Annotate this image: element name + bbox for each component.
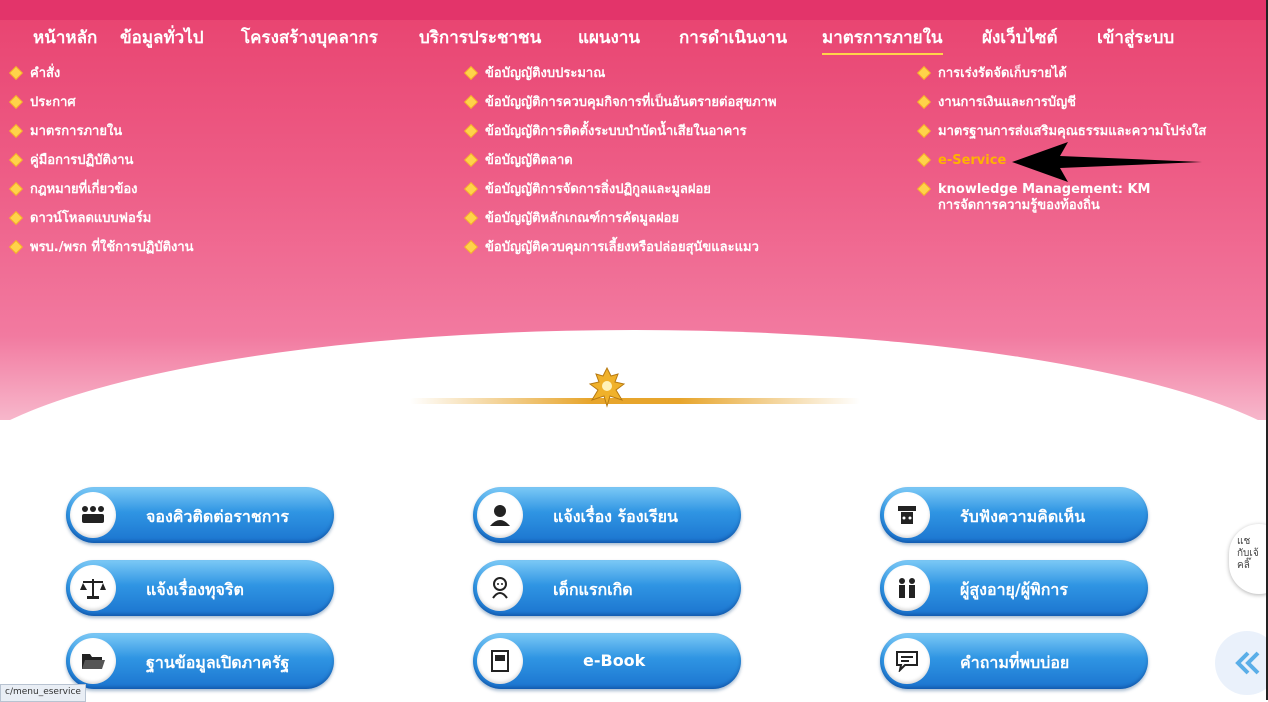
submenu-budget-ordinance[interactable]: ข้อบัญญัติงบประมาณ	[465, 66, 777, 95]
diamond-bullet-icon	[465, 183, 477, 195]
diamond-bullet-icon	[465, 241, 477, 253]
service-elderly-disabled-button[interactable]: ผู้สูงอายุ/ผู้พิการ	[880, 560, 1148, 616]
nav-personnel-structure[interactable]: โครงสร้างบุคลากร	[241, 24, 378, 51]
double-chevron-left-icon	[1235, 651, 1260, 675]
decorative-gold-line	[410, 398, 860, 404]
submenu-health-hazard-ordinance[interactable]: ข้อบัญญัติการควบคุมกิจการที่เป็นอันตรายต…	[465, 95, 777, 124]
diamond-bullet-icon	[918, 96, 930, 108]
status-bar-url: c/menu_eservice	[0, 684, 86, 702]
diamond-bullet-icon	[465, 125, 477, 137]
diamond-bullet-icon	[10, 183, 22, 195]
diamond-bullet-icon	[465, 154, 477, 166]
nav-internal-measures[interactable]: มาตรการภายใน	[822, 24, 943, 55]
submenu-wastewater-ordinance[interactable]: ข้อบัญญัติการติดตั้งระบบบำบัดน้ำเสียในอา…	[465, 124, 777, 153]
baby-icon	[477, 565, 523, 611]
submenu-orders[interactable]: คำสั่ง	[10, 66, 194, 95]
submenu-download-forms[interactable]: ดาวน์โหลดแบบฟอร์ม	[10, 211, 194, 240]
submenu-waste-sorting-ordinance[interactable]: ข้อบัญญัติหลักเกณฑ์การคัดมูลฝอย	[465, 211, 777, 240]
service-ebook-button[interactable]: e-Book	[473, 633, 741, 689]
submenu-operation-manual[interactable]: คู่มือการปฏิบัติงาน	[10, 153, 194, 182]
book-icon	[477, 638, 523, 684]
pointer-arrow-icon	[1012, 142, 1202, 182]
faq-chat-icon	[884, 638, 930, 684]
queue-people-icon	[70, 492, 116, 538]
submenu-column-2: ข้อบัญญัติงบประมาณ ข้อบัญญัติการควบคุมกิ…	[465, 66, 777, 269]
submenu-revenue-collection[interactable]: การเร่งรัดจัดเก็บรายได้	[918, 66, 1206, 95]
nav-sitemap[interactable]: ผังเว็บไซต์	[982, 24, 1058, 51]
submenu-acts-decrees[interactable]: พรบ./พรก ที่ใช้การปฏิบัติงาน	[10, 240, 194, 269]
submenu-market-ordinance[interactable]: ข้อบัญญัติตลาด	[465, 153, 777, 182]
service-open-data-button[interactable]: ฐานข้อมูลเปิดภาครัฐ	[66, 633, 334, 689]
collapse-panel-button[interactable]	[1215, 631, 1268, 695]
nav-general-info[interactable]: ข้อมูลทั่วไป	[120, 24, 204, 51]
submenu-pet-control-ordinance[interactable]: ข้อบัญญัติควบคุมการเลี้ยงหรือปล่อยสุนัขแ…	[465, 240, 777, 269]
diamond-bullet-icon	[10, 67, 22, 79]
thai-emblem-icon	[588, 366, 626, 408]
diamond-bullet-icon	[918, 125, 930, 137]
nav-home[interactable]: หน้าหลัก	[33, 24, 97, 51]
diamond-bullet-icon	[10, 241, 22, 253]
chat-widget[interactable]: แช กับเจ้ คลิ๊	[1229, 524, 1268, 594]
main-nav: หน้าหลัก ข้อมูลทั่วไป โครงสร้างบุคลากร บ…	[0, 24, 1268, 55]
submenu-internal-measures[interactable]: มาตรการภายใน	[10, 124, 194, 153]
service-queue-button[interactable]: จองคิวติดต่อราชการ	[66, 487, 334, 543]
submenu-finance-accounting[interactable]: งานการเงินและการบัญชี	[918, 95, 1206, 124]
nav-plans[interactable]: แผนงาน	[578, 24, 640, 51]
diamond-bullet-icon	[918, 154, 930, 166]
open-folder-icon	[70, 638, 116, 684]
elderly-couple-icon	[884, 565, 930, 611]
submenu-knowledge-management[interactable]: knowledge Management: KM การจัดการความรู้…	[918, 182, 1206, 222]
nav-operations[interactable]: การดำเนินงาน	[679, 24, 787, 51]
diamond-bullet-icon	[918, 67, 930, 79]
diamond-bullet-icon	[465, 96, 477, 108]
scales-justice-icon	[70, 565, 116, 611]
submenu-related-laws[interactable]: กฎหมายที่เกี่ยวข้อง	[10, 182, 194, 211]
diamond-bullet-icon	[918, 183, 930, 195]
diamond-bullet-icon	[10, 154, 22, 166]
diamond-bullet-icon	[10, 125, 22, 137]
service-corruption-report-button[interactable]: แจ้งเรื่องทุจริต	[66, 560, 334, 616]
nav-login[interactable]: เข้าสู่ระบบ	[1097, 24, 1174, 51]
service-faq-button[interactable]: คำถามที่พบบ่อย	[880, 633, 1148, 689]
person-complaint-icon	[477, 492, 523, 538]
submenu-waste-management-ordinance[interactable]: ข้อบัญญัติการจัดการสิ่งปฏิกูลและมูลฝอย	[465, 182, 777, 211]
podium-opinion-icon	[884, 492, 930, 538]
diamond-bullet-icon	[465, 67, 477, 79]
diamond-bullet-icon	[10, 96, 22, 108]
diamond-bullet-icon	[10, 212, 22, 224]
diamond-bullet-icon	[465, 212, 477, 224]
nav-public-service[interactable]: บริการประชาชน	[419, 24, 541, 51]
service-opinion-button[interactable]: รับฟังความคิดเห็น	[880, 487, 1148, 543]
service-newborn-button[interactable]: เด็กแรกเกิด	[473, 560, 741, 616]
submenu-announcements[interactable]: ประกาศ	[10, 95, 194, 124]
service-complaint-button[interactable]: แจ้งเรื่อง ร้องเรียน	[473, 487, 741, 543]
submenu-column-1: คำสั่ง ประกาศ มาตรการภายใน คู่มือการปฏิบ…	[10, 66, 194, 269]
